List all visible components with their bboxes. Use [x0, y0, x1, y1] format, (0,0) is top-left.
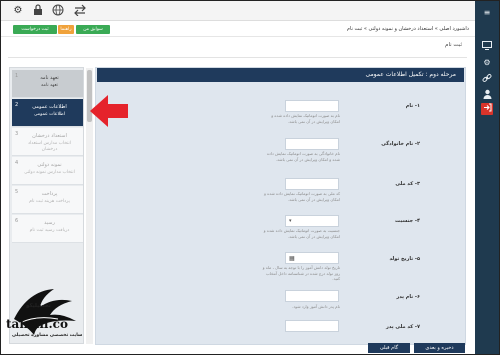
- field-label-gender: ۴- جنسیت: [395, 218, 420, 224]
- field-label-birth-date: ۵- تاریخ تولد: [389, 256, 420, 262]
- national-code-field[interactable]: [285, 178, 339, 190]
- field-help: نام پدر دانش آموز وارد شود.: [292, 304, 340, 309]
- step-number: 6: [15, 218, 19, 224]
- step-4[interactable]: 4 نمونه دولتی انتخاب مدارس نمونه دولتی: [12, 157, 83, 185]
- field-label-national-code: ۳- کد ملی: [395, 181, 420, 187]
- field-label-father-name: ۶- نام پدر: [396, 294, 420, 300]
- father-name-field[interactable]: [285, 290, 339, 302]
- actions-row: ثبت درخواست راهنما سوابق من داشبورد اصلی…: [1, 21, 475, 37]
- previous-step-button[interactable]: گام قبلی: [368, 343, 410, 353]
- first-name-field[interactable]: [285, 100, 339, 112]
- top-toolbar: ⚙: [1, 1, 475, 21]
- history-button[interactable]: سوابق من: [76, 25, 110, 34]
- step-title: تعهد نامه: [40, 75, 59, 81]
- user-icon[interactable]: [481, 89, 493, 101]
- step-number: 3: [15, 131, 19, 137]
- step-number: 2: [15, 102, 19, 108]
- step-title: نمونه دولتی: [37, 162, 62, 168]
- red-arrow-icon: [90, 95, 128, 127]
- right-sidebar: ≡ ⚙: [475, 1, 499, 354]
- field-help: کد ملی به صورت اتوماتیک نمایش داده شده و…: [263, 191, 340, 202]
- step-3[interactable]: 3 استعداد درخشان انتخاب مدارس استعداد در…: [12, 128, 83, 156]
- birth-date-field[interactable]: ▦: [285, 252, 339, 264]
- step-title: استعداد درخشان: [32, 133, 67, 139]
- step-subtitle: انتخاب مدارس استعداد درخشان: [27, 141, 72, 152]
- step-1[interactable]: 1 تعهد نامه تعهد نامه: [12, 70, 83, 98]
- field-help: نام خانوادگی به صورت اتوماتیک نمایش داده…: [266, 151, 340, 162]
- field-label-last-name: ۲- نام خانوادگی: [381, 141, 420, 147]
- step-6[interactable]: 6 رسید دریافت رسید ثبت نام: [12, 215, 83, 243]
- divider: [8, 57, 467, 58]
- logout-icon[interactable]: [481, 103, 493, 115]
- swap-icon[interactable]: [73, 4, 87, 18]
- step-number: 5: [15, 189, 19, 195]
- menu-icon[interactable]: ≡: [481, 7, 493, 19]
- panel-header: مرحله دوم : تکمیل اطلاعات عمومی: [97, 68, 464, 82]
- tahsili-logo: [14, 289, 76, 335]
- calendar-icon[interactable]: ▦: [289, 255, 295, 262]
- chevron-down-icon: ▾: [289, 218, 292, 224]
- logo-subtitle: سایت تخصصی مشاوره تحصیلی: [12, 333, 83, 338]
- field-help: تاریخ تولد دانش آموز را با توجه به سال ،…: [262, 265, 340, 281]
- monitor-icon[interactable]: [481, 41, 493, 53]
- step-5[interactable]: 5 پرداخت پرداخت هزینه ثبت نام: [12, 186, 83, 214]
- lock-icon[interactable]: [31, 4, 45, 18]
- gear-icon[interactable]: ⚙: [481, 57, 493, 69]
- father-national-code-field[interactable]: [285, 320, 339, 332]
- logo-latin-text: tahsili.co: [6, 317, 68, 331]
- step-title: اطلاعات عمومی: [32, 104, 67, 110]
- step-subtitle: دریافت رسید ثبت نام: [29, 228, 70, 233]
- gender-select[interactable]: ▾: [285, 215, 339, 227]
- step-number: 4: [15, 160, 19, 166]
- help-button[interactable]: راهنما: [58, 25, 74, 34]
- settings-icon[interactable]: ⚙: [11, 4, 25, 18]
- last-name-field[interactable]: [285, 138, 339, 150]
- request-button[interactable]: ثبت درخواست: [13, 25, 57, 34]
- step-title: رسید: [44, 220, 55, 226]
- step-subtitle: انتخاب مدارس نمونه دولتی: [24, 170, 75, 175]
- globe-icon[interactable]: [51, 4, 65, 18]
- field-help: جنسیت به صورت اتوماتیک نمایش داده شده و …: [263, 228, 340, 239]
- page-title: ثبت نام: [445, 42, 462, 48]
- step-number: 1: [15, 73, 19, 79]
- logo-persian-text: تحصیلیکو: [26, 303, 51, 309]
- step-subtitle: پرداخت هزینه ثبت نام: [29, 199, 70, 204]
- field-help: نام به صورت اتوماتیک نمایش داده شده و ام…: [271, 113, 340, 124]
- breadcrumb[interactable]: داشبورد اصلی » استعداد درخشان و نمونه دو…: [347, 25, 469, 34]
- step-2[interactable]: 2 اطلاعات عمومی اطلاعات عمومی: [12, 99, 83, 127]
- field-label-father-national-code: ۷- کد ملی پدر: [386, 324, 420, 330]
- step-title: پرداخت: [41, 191, 58, 197]
- field-label-first-name: ۱- نام: [405, 103, 420, 109]
- step-subtitle: تعهد نامه: [41, 83, 58, 88]
- step-subtitle: اطلاعات عمومی: [33, 112, 65, 117]
- save-next-button[interactable]: ذخیره و بعدی: [414, 343, 465, 353]
- link-icon[interactable]: [481, 73, 493, 85]
